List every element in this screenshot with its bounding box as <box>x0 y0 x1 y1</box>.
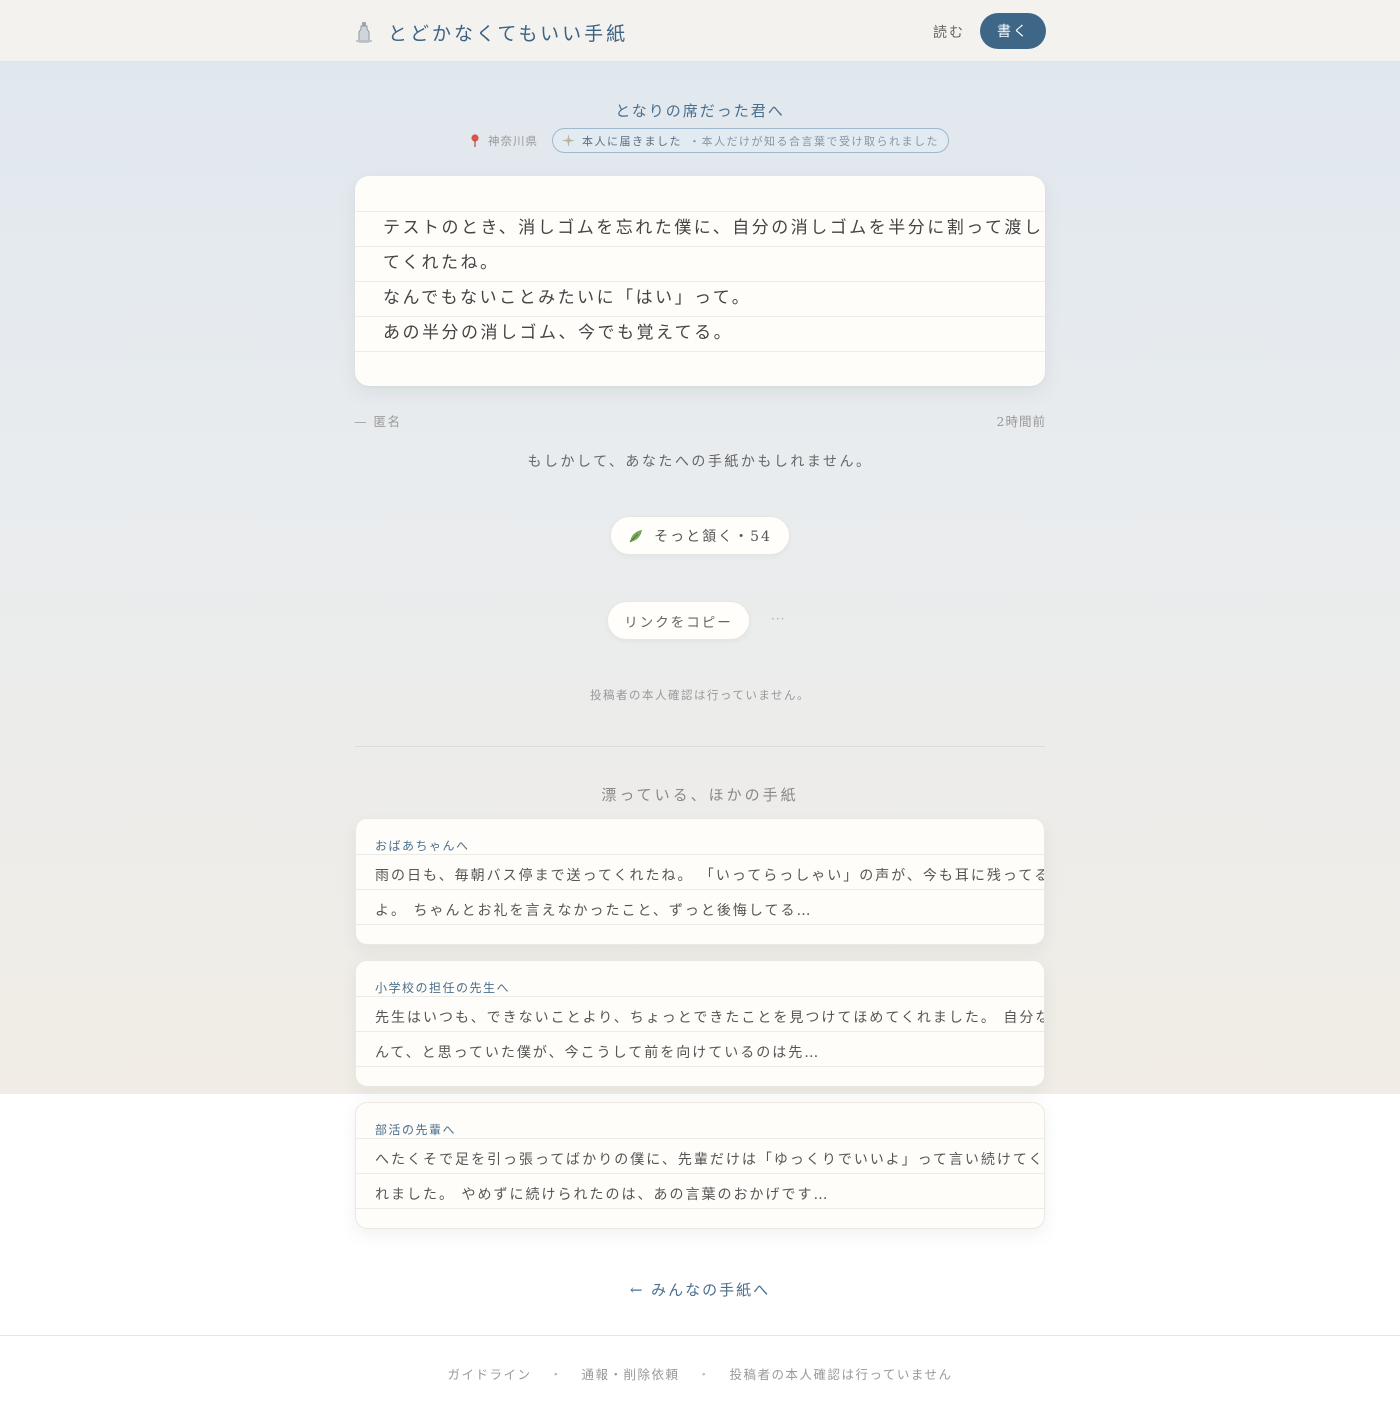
location-tag: 神奈川県 <box>470 133 538 149</box>
bottle-icon <box>356 22 372 43</box>
sparkle-icon <box>562 134 575 147</box>
letter-card: テストのとき、消しゴムを忘れた僕に、自分の消しゴムを半分に割って渡し てくれたね… <box>355 176 1045 386</box>
report-link[interactable]: 通報・削除依頼 <box>581 1364 679 1383</box>
delivered-label: 本人に届きました <box>582 134 682 148</box>
letter-line: あの半分の消しゴム、今でも覚えてる。 <box>383 323 734 343</box>
other-letters-title: 漂っている、ほかの手紙 <box>601 786 799 804</box>
delivered-sub: ・本人だけが知る合言葉で受け取られました <box>689 134 939 148</box>
excerpt-line: れました。 やめずに続けられたのは、あの言葉のおかげです… <box>375 1187 830 1203</box>
letter-meta: 神奈川県 本人に届きました ・本人だけが知る合言葉で受け取られました <box>470 128 949 153</box>
letter-body: テストのとき、消しゴムを忘れた僕に、自分の消しゴムを半分に割って渡し てくれたね… <box>383 211 1044 351</box>
more-options-icon[interactable]: ··· <box>771 612 785 626</box>
footer-separator: ・ <box>697 1367 712 1382</box>
nod-button-label: そっと頷く・54 <box>654 528 772 545</box>
site-brand[interactable]: とどかなくてもいい手紙 <box>354 18 628 46</box>
letter-line: てくれたね。 <box>383 253 500 273</box>
other-letter-excerpt: 先生はいつも、できないことより、ちょっとできたことを見つけてほめてくれました。 … <box>375 1001 1045 1071</box>
guideline-link[interactable]: ガイドライン <box>447 1364 531 1383</box>
other-letter-excerpt: へたくそで足を引っ張ってばかりの僕に、先輩だけは「ゆっくりでいいよ」って言い続け… <box>375 1143 1045 1213</box>
copy-link-button[interactable]: リンクをコピー <box>607 601 750 640</box>
other-letter-card[interactable]: 小学校の担任の先生へ 先生はいつも、できないことより、ちょっとできたことを見つけ… <box>355 960 1045 1087</box>
letter-line: なんでもないことみたいに「はい」って。 <box>383 288 752 308</box>
footer-disclaimer: 投稿者の本人確認は行っていません <box>729 1367 953 1382</box>
site-header: とどかなくてもいい手紙 読む 書く <box>0 0 1400 62</box>
maybe-for-you-text: もしかして、あなたへの手紙かもしれません。 <box>527 454 873 470</box>
footer-divider <box>0 1335 1400 1336</box>
letter-signature: — 匿名 <box>354 414 402 429</box>
nod-button[interactable]: そっと頷く・54 <box>610 516 790 555</box>
other-letter-recipient: 部活の先輩へ <box>375 1123 457 1137</box>
site-footer: ガイドライン ・ 通報・削除依頼 ・ 投稿者の本人確認は行っていません <box>0 1364 1400 1383</box>
other-letter-recipient: おばあちゃんへ <box>375 839 470 853</box>
letter-timestamp: 2時間前 <box>996 414 1046 429</box>
delivered-badge: 本人に届きました ・本人だけが知る合言葉で受け取られました <box>552 128 949 153</box>
pin-icon <box>471 134 479 147</box>
other-letter-recipient: 小学校の担任の先生へ <box>375 981 511 995</box>
identity-note: 投稿者の本人確認は行っていません。 <box>589 688 811 702</box>
write-button[interactable]: 書く <box>980 13 1046 49</box>
excerpt-line: 先生はいつも、できないことより、ちょっとできたことを見つけてほめてくれました。 … <box>375 1010 1045 1026</box>
nav-read-link[interactable]: 読む <box>933 22 965 42</box>
excerpt-line: 雨の日も、毎朝バス停まで送ってくれたね。 「いってらっしゃい」の声が、今も耳に残… <box>375 868 1045 884</box>
other-letter-card[interactable]: 部活の先輩へ へたくそで足を引っ張ってばかりの僕に、先輩だけは「ゆっくりでいいよ… <box>355 1102 1045 1229</box>
site-title: とどかなくてもいい手紙 <box>388 22 629 45</box>
section-divider <box>355 746 1045 747</box>
letter-recipient: となりの席だった君へ <box>615 102 785 120</box>
footer-separator: ・ <box>549 1367 564 1382</box>
excerpt-line: んて、と思っていた僕が、今こうして前を向けているのは先… <box>375 1045 821 1061</box>
excerpt-line: よ。 ちゃんとお礼を言えなかったこと、ずっと後悔してる… <box>375 903 813 919</box>
excerpt-line: へたくそで足を引っ張ってばかりの僕に、先輩だけは「ゆっくりでいいよ」って言い続け… <box>375 1152 1045 1168</box>
letter-line: テストのとき、消しゴムを忘れた僕に、自分の消しゴムを半分に割って渡し <box>383 218 1044 238</box>
other-letter-card[interactable]: おばあちゃんへ 雨の日も、毎朝バス停まで送ってくれたね。 「いってらっしゃい」の… <box>355 818 1045 945</box>
location-label: 神奈川県 <box>488 133 538 148</box>
other-letter-excerpt: 雨の日も、毎朝バス停まで送ってくれたね。 「いってらっしゃい」の声が、今も耳に残… <box>375 859 1045 929</box>
back-to-letters-link[interactable]: ← みんなの手紙へ <box>0 1279 1400 1300</box>
leaf-icon <box>629 529 643 542</box>
